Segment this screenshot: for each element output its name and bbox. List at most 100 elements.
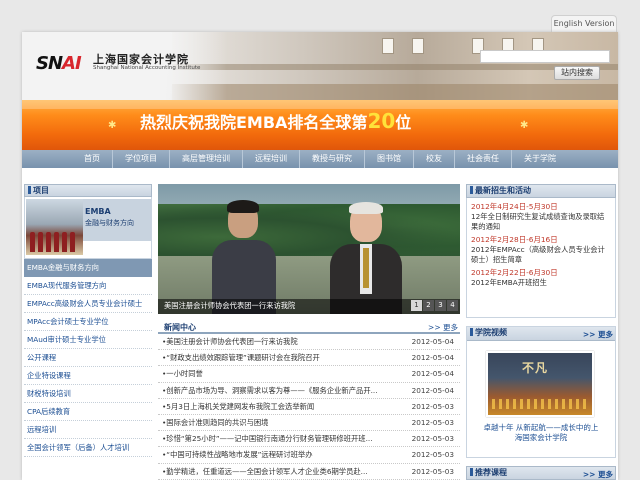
admissions-item[interactable]: 2012年2月22日-6月30日 2012年EMBA开班招生 xyxy=(471,267,611,288)
admissions-text[interactable]: 2012年EMPAcc（高级财会人员专业会计硕士）招生简章 xyxy=(471,245,611,265)
video-header: 学院视频 >> 更多 xyxy=(467,327,615,341)
nav-executive-training[interactable]: 高层管理培训 xyxy=(170,150,243,168)
news-row-date: 2012-05-04 xyxy=(411,337,454,346)
news-row[interactable]: •“财政支出绩效跟踪管理”课题研讨会在我院召开 2012-05-04 xyxy=(158,350,460,367)
news-row-date: 2012-05-03 xyxy=(411,434,454,444)
news-slideshow[interactable]: 美国注册会计师协会代表团一行来访我院 1 2 3 4 xyxy=(158,184,460,314)
program-menu-item[interactable]: EMBA金融与财务方向 xyxy=(24,259,152,277)
courses-more-link[interactable]: >> 更多 xyxy=(583,469,613,480)
news-row-title[interactable]: •一小时同誉 xyxy=(162,366,402,382)
news-row-date: 2012-05-04 xyxy=(411,353,454,363)
sparkle-icon: ✱ xyxy=(108,120,117,131)
news-more-link[interactable]: >> 更多 xyxy=(428,322,458,333)
banner-text: 热烈庆祝我院EMBA排名全球第20位 xyxy=(140,109,412,133)
admissions-item[interactable]: 2012年4月24日-5月30日 12年全日制研究生复试成绩查询及录取结果的通知 xyxy=(471,201,611,232)
admissions-date: 2012年2月28日-6月16日 xyxy=(471,235,558,244)
emba-ranking-banner[interactable]: ✱ 热烈庆祝我院EMBA排名全球第20位 ✱ xyxy=(22,100,618,150)
site-header: SNAI 上海国家会计学院 Shanghai National Accounti… xyxy=(22,32,618,100)
program-menu-item[interactable]: 全国会计领军（后备）人才培训 xyxy=(24,439,152,457)
news-row[interactable]: •珍惜“第25小时”——记中国银行南通分行财务管理研修班开班... 2012-05… xyxy=(158,431,460,448)
news-row-date: 2012-05-04 xyxy=(411,385,454,395)
video-thumbnail-calligraphy: 不凡 xyxy=(522,361,549,375)
news-row-date: 2012-05-03 xyxy=(411,450,454,460)
admissions-text[interactable]: 2012年EMBA开班招生 xyxy=(471,278,611,288)
logo-mark: SNAI xyxy=(36,53,82,74)
news-title: 新闻中心 xyxy=(164,323,196,332)
news-row-date: 2012-05-03 xyxy=(411,401,454,411)
program-menu-item[interactable]: EMPAcc高级财会人员专业会计硕士 xyxy=(24,295,152,313)
program-menu-item[interactable]: 远程培训 xyxy=(24,421,152,439)
news-row-date: 2012-05-04 xyxy=(411,369,454,379)
news-center: 新闻中心 >> 更多 •美国注册会计师协会代表团一行来访我院 2012-05-04… xyxy=(158,320,460,480)
featured-program-title: EMBA xyxy=(85,207,111,216)
program-menu-item[interactable]: CPA后续教育 xyxy=(24,403,152,421)
video-box: 学院视频 >> 更多 不凡 卓越十年 从新起航——成长中的上 海国家会计学院 xyxy=(466,326,616,458)
program-menu-item[interactable]: EMBA现代服务管理方向 xyxy=(24,277,152,295)
nav-distance-training[interactable]: 远程培训 xyxy=(243,150,300,168)
news-row[interactable]: •5月3日上海机关党建网发布我院工会选举新闻 2012-05-03 xyxy=(158,399,460,415)
english-version-link[interactable]: English Version xyxy=(551,15,617,32)
news-row-title[interactable]: •国际会计准则趋同的共识与困境 xyxy=(162,415,402,431)
slide-photo-person xyxy=(210,200,276,314)
programs-box-header: 项目 xyxy=(24,184,152,197)
site-search-button[interactable]: 站内搜索 xyxy=(554,66,600,80)
news-row-title[interactable]: •5月3日上海机关党建网发布我院工会选举新闻 xyxy=(162,399,402,415)
main-nav: 首页 学位项目 高层管理培训 远程培训 教授与研究 图书馆 校友 社会责任 关于… xyxy=(22,150,618,168)
admissions-header: 最新招生和活动 xyxy=(466,184,616,198)
nav-alumni[interactable]: 校友 xyxy=(414,150,455,168)
logo-english-name: Shanghai National Accounting Institute xyxy=(93,65,201,71)
slide-photo-person xyxy=(328,202,402,314)
courses-header: 推荐课程 >> 更多 xyxy=(466,466,616,480)
news-row[interactable]: •国际会计准则趋同的共识与困境 2012-05-03 xyxy=(158,415,460,432)
news-row-date: 2012-05-03 xyxy=(411,417,454,427)
admissions-date: 2012年2月22日-6月30日 xyxy=(471,268,558,277)
sparkle-icon: ✱ xyxy=(520,120,529,131)
nav-faculty-research[interactable]: 教授与研究 xyxy=(300,150,365,168)
program-menu-item[interactable]: 公开课程 xyxy=(24,349,152,367)
slide-pager: 1 2 3 4 xyxy=(411,300,458,311)
admissions-text[interactable]: 12年全日制研究生复试成绩查询及录取结果的通知 xyxy=(471,212,611,232)
news-row-title[interactable]: •“中国可持续性战略地市发展”远程研讨班举办 xyxy=(162,447,402,463)
programs-sidebar: 项目 EMBA 金融与财务方向 EMBA金融与财务方向 EMBA现代服务管理方向… xyxy=(24,184,152,480)
video-caption[interactable]: 卓越十年 从新起航——成长中的上 海国家会计学院 xyxy=(467,423,615,443)
page-container: SNAI 上海国家会计学院 Shanghai National Accounti… xyxy=(22,32,618,480)
slide-caption[interactable]: 美国注册会计师协会代表团一行来访我院 xyxy=(164,301,295,311)
news-row[interactable]: •“中国可持续性战略地市发展”远程研讨班举办 2012-05-03 xyxy=(158,447,460,464)
site-search-input[interactable] xyxy=(480,50,610,63)
news-row[interactable]: •创新产品市场为导、洞察需求以客为尊——《服务企业新产品开... 2012-05-… xyxy=(158,383,460,399)
news-row-title[interactable]: •“财政支出绩效跟踪管理”课题研讨会在我院召开 xyxy=(162,350,402,366)
admissions-item[interactable]: 2012年2月28日-6月16日 2012年EMPAcc（高级财会人员专业会计硕… xyxy=(471,234,611,265)
news-header: 新闻中心 >> 更多 xyxy=(158,320,460,334)
site-logo[interactable]: SNAI 上海国家会计学院 Shanghai National Accounti… xyxy=(22,32,227,100)
admissions-list: 2012年4月24日-5月30日 12年全日制研究生复试成绩查询及录取结果的通知… xyxy=(466,198,616,318)
featured-program-panel: EMBA 金融与财务方向 xyxy=(83,199,151,241)
slide-page-button[interactable]: 2 xyxy=(423,300,434,311)
admissions-date: 2012年4月24日-5月30日 xyxy=(471,202,558,211)
news-row[interactable]: •一小时同誉 2012-05-04 xyxy=(158,366,460,383)
slide-page-button[interactable]: 3 xyxy=(435,300,446,311)
featured-program-subtitle: 金融与财务方向 xyxy=(85,219,134,227)
nav-about[interactable]: 关于学院 xyxy=(512,150,568,168)
program-menu-item[interactable]: MAud审计硕士专业学位 xyxy=(24,331,152,349)
news-row-title[interactable]: •勤学精进，任重道远——全国会计领军人才企业类6期学员赴... xyxy=(162,464,402,480)
news-row-date: 2012-05-03 xyxy=(411,466,454,476)
nav-library[interactable]: 图书馆 xyxy=(365,150,414,168)
nav-home[interactable]: 首页 xyxy=(72,150,113,168)
nav-degree-programs[interactable]: 学位项目 xyxy=(113,150,170,168)
slide-page-button[interactable]: 4 xyxy=(447,300,458,311)
slide-page-button[interactable]: 1 xyxy=(411,300,422,311)
news-row[interactable]: •勤学精进，任重道远——全国会计领军人才企业类6期学员赴... 2012-05-0… xyxy=(158,464,460,480)
program-menu-item[interactable]: MPAcc会计硕士专业学位 xyxy=(24,313,152,331)
nav-social-responsibility[interactable]: 社会责任 xyxy=(455,150,512,168)
video-thumbnail[interactable]: 不凡 xyxy=(486,351,594,417)
news-row-title[interactable]: •创新产品市场为导、洞察需求以客为尊——《服务企业新产品开... xyxy=(162,383,402,399)
right-sidebar: 最新招生和活动 2012年4月24日-5月30日 12年全日制研究生复试成绩查询… xyxy=(466,184,616,480)
program-menu-item[interactable]: 财税特设培训 xyxy=(24,385,152,403)
program-menu-item[interactable]: 企业特设课程 xyxy=(24,367,152,385)
video-more-link[interactable]: >> 更多 xyxy=(583,329,613,341)
news-row-title[interactable]: •珍惜“第25小时”——记中国银行南通分行财务管理研修班开班... xyxy=(162,431,402,447)
news-row-title[interactable]: •美国注册会计师协会代表团一行来访我院 xyxy=(162,334,402,350)
news-row[interactable]: •美国注册会计师协会代表团一行来访我院 2012-05-04 xyxy=(158,334,460,351)
featured-program[interactable]: EMBA 金融与财务方向 xyxy=(24,197,152,259)
program-group-photo xyxy=(26,199,83,255)
